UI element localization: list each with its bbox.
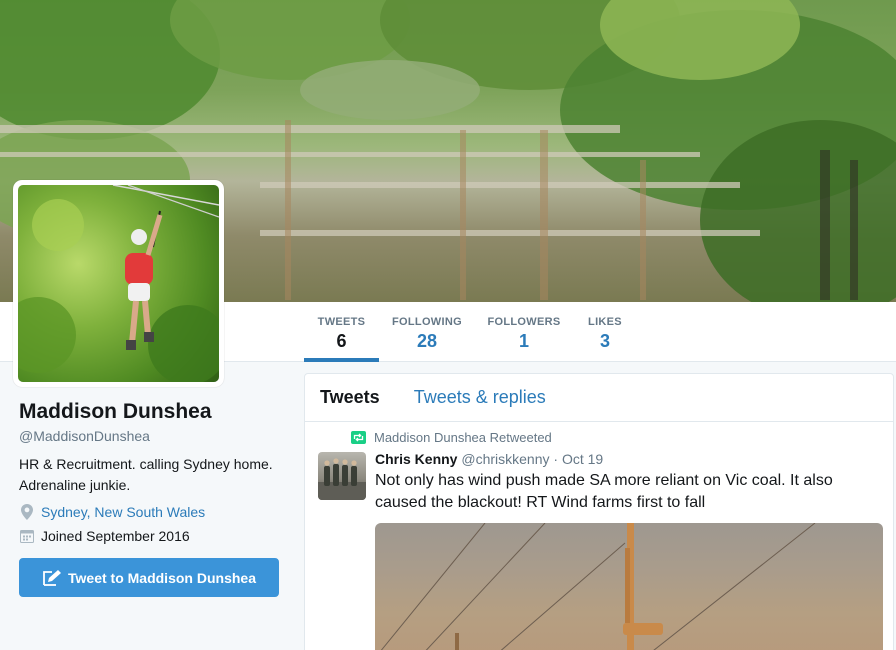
compose-icon	[42, 569, 62, 587]
nav-likes[interactable]: LIKES 3	[583, 302, 627, 362]
nav-likes-count: 3	[599, 331, 610, 351]
nav-followers[interactable]: FOLLOWERS 1	[484, 302, 564, 362]
profile-handle[interactable]: @MaddisonDunshea	[19, 428, 289, 444]
nav-following-label: FOLLOWING	[392, 316, 462, 328]
timeline-tabs: Tweets Tweets & replies	[305, 374, 893, 422]
avatar-photo	[18, 185, 219, 382]
nav-tweets[interactable]: TWEETS 6	[304, 302, 379, 362]
location-link[interactable]: Sydney, New South Wales	[41, 504, 205, 520]
nav-following[interactable]: FOLLOWING 28	[388, 302, 466, 362]
tweet-header: Chris Kenny @chriskkenny · Oct 19	[375, 451, 603, 467]
nav-likes-label: LIKES	[588, 316, 622, 328]
profile-joined: Joined September 2016	[19, 528, 289, 544]
profile-name[interactable]: Maddison Dunshea	[19, 400, 289, 424]
tweet-text: Not only has wind push made SA more reli…	[375, 472, 833, 511]
nav-tweets-label: TWEETS	[317, 316, 366, 328]
profile-avatar[interactable]	[13, 180, 224, 387]
retweet-icon	[351, 431, 366, 444]
timeline: Tweets Tweets & replies Maddison Dunshea…	[304, 373, 894, 650]
tweet-separator: ·	[549, 451, 562, 467]
nav-following-count: 28	[416, 331, 438, 351]
zipline-illustration	[18, 185, 219, 382]
nav-followers-count: 1	[518, 331, 529, 351]
tweet-date[interactable]: Oct 19	[562, 451, 603, 467]
wind-turbine-photo	[380, 523, 816, 650]
profile-bio: HR & Recruitment. calling Sydney home. A…	[19, 456, 273, 493]
calendar-icon	[19, 528, 35, 544]
tweet-to-button[interactable]: Tweet to Maddison Dunshea	[19, 558, 279, 597]
retweet-context: Maddison Dunshea Retweeted	[351, 430, 552, 445]
tweet-author-avatar[interactable]	[318, 452, 366, 500]
tab-tweets-replies[interactable]: Tweets & replies	[414, 387, 546, 408]
soldiers-photo	[318, 458, 366, 500]
tweet-author-name[interactable]: Chris Kenny	[375, 451, 457, 467]
tweet-author-handle[interactable]: @chriskkenny	[461, 451, 549, 467]
tweet-media-image[interactable]	[375, 523, 883, 650]
nav-followers-label: FOLLOWERS	[487, 316, 561, 328]
tweet-to-label: Tweet to Maddison Dunshea	[68, 569, 256, 586]
nav-tweets-count: 6	[336, 331, 347, 351]
map-pin-icon	[19, 504, 35, 520]
profile-location: Sydney, New South Wales	[19, 504, 289, 520]
tab-tweets[interactable]: Tweets	[320, 387, 380, 408]
joined-date: Joined September 2016	[41, 528, 190, 544]
profile-card: Maddison Dunshea @MaddisonDunshea HR & R…	[19, 400, 289, 597]
retweet-context-text[interactable]: Maddison Dunshea Retweeted	[374, 430, 552, 445]
